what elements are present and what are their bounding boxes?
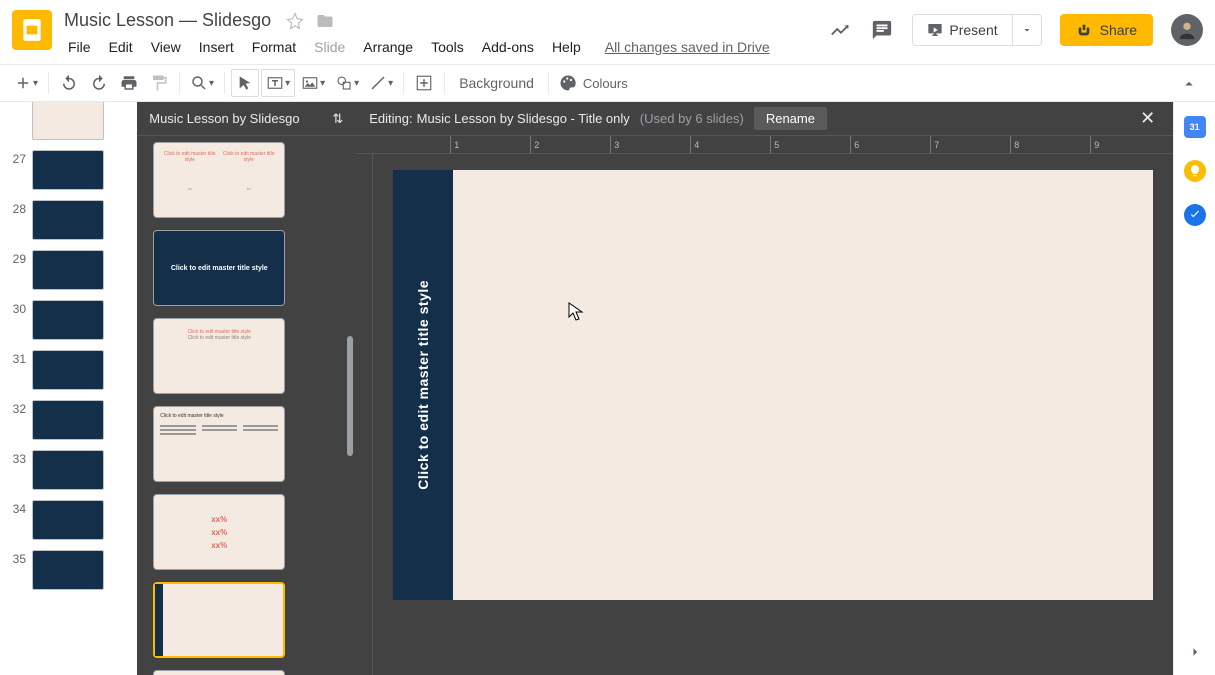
- expand-side-panel-icon[interactable]: [1186, 643, 1204, 661]
- colours-button[interactable]: Colours: [555, 69, 632, 97]
- rename-button[interactable]: Rename: [754, 107, 827, 130]
- slide-thumb[interactable]: [32, 550, 104, 590]
- activity-icon[interactable]: [828, 18, 852, 42]
- layout-thumb[interactable]: Click to edit master title style: [153, 230, 285, 306]
- tasks-addon-icon[interactable]: [1184, 204, 1206, 226]
- slide-thumb[interactable]: [32, 500, 104, 540]
- slide-thumb[interactable]: [32, 400, 104, 440]
- collapse-toolbar-button[interactable]: [1175, 70, 1203, 98]
- master-dropdown-icon[interactable]: ⇅: [332, 111, 343, 127]
- menu-tools[interactable]: Tools: [423, 35, 472, 59]
- ruler-horizontal[interactable]: 1 2 3 4 5 6 7 8 9: [355, 136, 1173, 154]
- layout-thumb[interactable]: xx% xx% xx%: [153, 494, 285, 570]
- zoom-button[interactable]: ▾: [186, 69, 218, 97]
- menu-bar: File Edit View Insert Format Slide Arran…: [60, 35, 828, 59]
- slide-number: 29: [8, 250, 26, 266]
- present-button[interactable]: Present: [913, 15, 1011, 45]
- layout-thumb[interactable]: Click to edit master title styleClick to…: [153, 318, 285, 394]
- close-master-button[interactable]: ✕: [1136, 108, 1159, 129]
- menu-help[interactable]: Help: [544, 35, 589, 59]
- add-placeholder-button[interactable]: [410, 69, 438, 97]
- slide-number: 32: [8, 400, 26, 416]
- layout-thumb-selected[interactable]: [153, 582, 285, 658]
- menu-edit[interactable]: Edit: [101, 35, 141, 59]
- menu-insert[interactable]: Insert: [191, 35, 242, 59]
- move-folder-icon[interactable]: [315, 11, 335, 31]
- slide-number: 35: [8, 550, 26, 566]
- menu-addons[interactable]: Add-ons: [474, 35, 542, 59]
- slide-number: 30: [8, 300, 26, 316]
- slide-thumb[interactable]: [32, 450, 104, 490]
- layout-thumb[interactable]: Click to edit master title style: [153, 406, 285, 482]
- filmstrip[interactable]: 27 28 29 30 31 32 33 34 35: [0, 102, 137, 675]
- new-slide-button[interactable]: ▾: [10, 69, 42, 97]
- slide-number: 28: [8, 200, 26, 216]
- menu-file[interactable]: File: [60, 35, 99, 59]
- colours-label: Colours: [583, 76, 628, 91]
- paint-format-button: [145, 69, 173, 97]
- toolbar: ▾ ▾ ▾ ▾ ▾ ▾ Background Colours: [0, 64, 1215, 102]
- slide-thumb[interactable]: [32, 200, 104, 240]
- undo-button[interactable]: [55, 69, 83, 97]
- slide[interactable]: Click to edit master title style: [393, 170, 1153, 600]
- menu-format[interactable]: Format: [244, 35, 304, 59]
- slide-thumb[interactable]: [32, 102, 104, 140]
- textbox-tool[interactable]: ▾: [261, 69, 295, 97]
- slide-title-sidebar[interactable]: Click to edit master title style: [393, 170, 453, 600]
- keep-addon-icon[interactable]: [1184, 160, 1206, 182]
- slide-number: 34: [8, 500, 26, 516]
- background-button[interactable]: Background: [451, 75, 542, 91]
- print-button[interactable]: [115, 69, 143, 97]
- scrollbar-thumb[interactable]: [347, 336, 353, 456]
- menu-arrange[interactable]: Arrange: [355, 35, 421, 59]
- slide-number: 27: [8, 150, 26, 166]
- slide-number: 31: [8, 350, 26, 366]
- slide-canvas[interactable]: Click to edit master title style: [373, 154, 1173, 675]
- select-tool[interactable]: [231, 69, 259, 97]
- slide-thumb[interactable]: [32, 350, 104, 390]
- slide-number: 33: [8, 450, 26, 466]
- slide-thumb[interactable]: [32, 150, 104, 190]
- slide-thumb[interactable]: [32, 250, 104, 290]
- line-tool[interactable]: ▾: [365, 69, 397, 97]
- edit-bar: Editing: Music Lesson by Slidesgo - Titl…: [355, 102, 1173, 136]
- shape-tool[interactable]: ▾: [331, 69, 363, 97]
- share-button[interactable]: Share: [1060, 14, 1153, 46]
- present-label: Present: [949, 22, 997, 38]
- master-panel-title-text: Music Lesson by Slidesgo: [149, 111, 299, 126]
- side-panel: 31: [1173, 102, 1215, 675]
- slides-logo[interactable]: [12, 10, 52, 50]
- editing-label: Editing:: [369, 111, 412, 126]
- menu-slide: Slide: [306, 35, 353, 59]
- master-title-placeholder[interactable]: Click to edit master title style: [415, 280, 431, 490]
- ruler-vertical[interactable]: [355, 154, 373, 675]
- menu-view[interactable]: View: [143, 35, 189, 59]
- layout-thumb[interactable]: [153, 670, 285, 675]
- comments-icon[interactable]: [870, 18, 894, 42]
- layout-thumb[interactable]: Click to edit master title styleClick to…: [153, 142, 285, 218]
- share-label: Share: [1100, 22, 1137, 38]
- editing-name: Music Lesson by Slidesgo - Title only: [417, 111, 630, 126]
- redo-button[interactable]: [85, 69, 113, 97]
- document-title[interactable]: Music Lesson — Slidesgo: [60, 8, 275, 33]
- master-layout-list[interactable]: Click to edit master title style Click to…: [137, 136, 355, 675]
- master-panel-title[interactable]: Music Lesson by Slidesgo ⇅: [137, 102, 355, 136]
- account-avatar[interactable]: [1171, 14, 1203, 46]
- calendar-addon-icon[interactable]: 31: [1184, 116, 1206, 138]
- save-status[interactable]: All changes saved in Drive: [605, 39, 770, 55]
- present-dropdown[interactable]: [1012, 15, 1041, 45]
- used-by-text: (Used by 6 slides): [640, 111, 744, 126]
- star-icon[interactable]: [285, 11, 305, 31]
- slide-thumb[interactable]: [32, 300, 104, 340]
- image-tool[interactable]: ▾: [297, 69, 329, 97]
